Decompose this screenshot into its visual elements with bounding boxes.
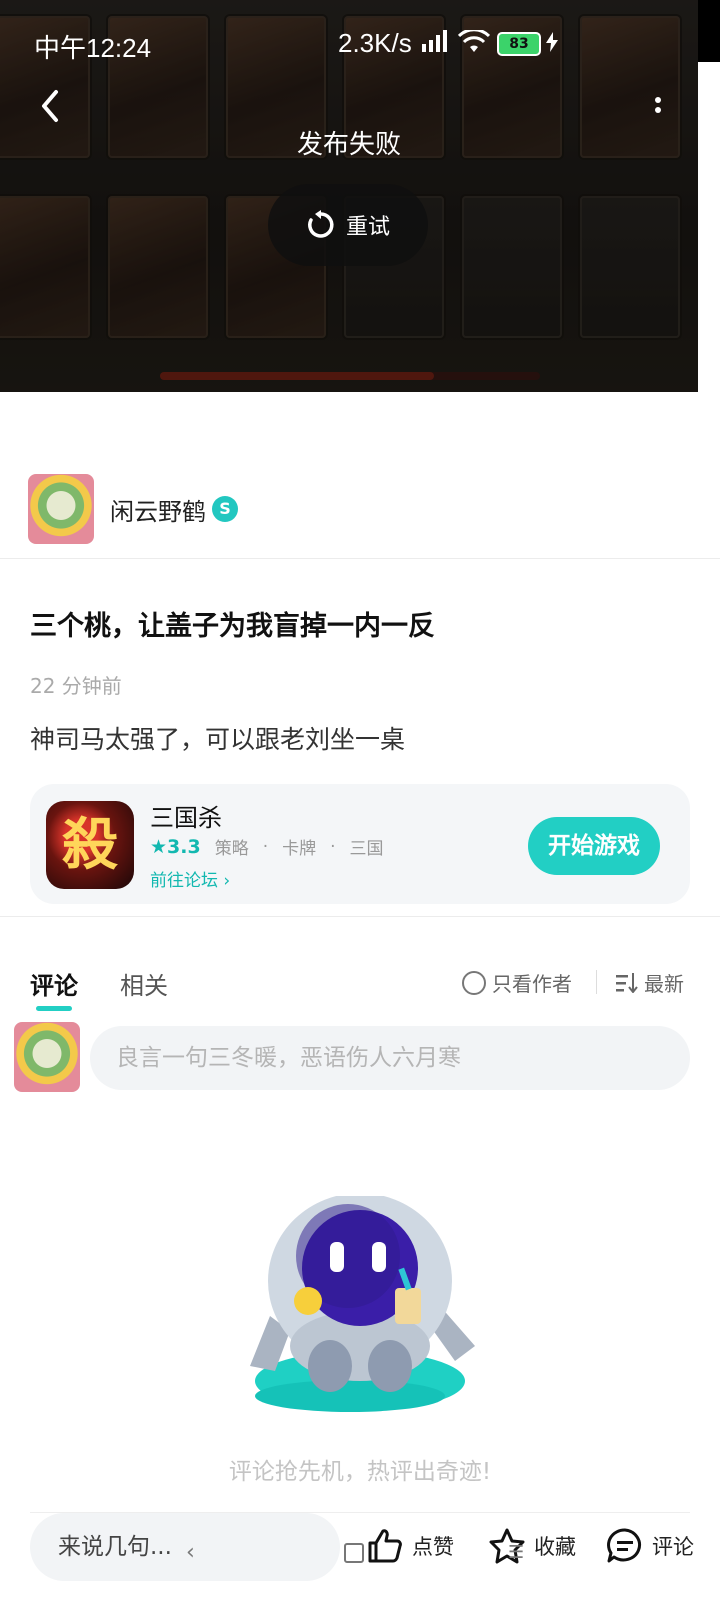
status-time: 中午12:24 bbox=[34, 33, 152, 63]
nav-back-icon[interactable]: ‹ bbox=[186, 1540, 195, 1565]
battery-icon: 83 bbox=[497, 32, 541, 56]
game-name: 三国杀 bbox=[150, 804, 222, 832]
wifi-icon bbox=[458, 30, 490, 52]
mascot-illustration bbox=[250, 1196, 475, 1412]
radio-circle-icon bbox=[462, 970, 486, 995]
tab-comments[interactable]: 评论 bbox=[30, 966, 78, 1011]
publish-failed-text: 发布失败 bbox=[296, 130, 401, 160]
forum-link[interactable]: 前往论坛 › bbox=[150, 866, 230, 891]
tab-related[interactable]: 相关 bbox=[120, 966, 168, 1001]
nav-menu-icon[interactable]: ☰ bbox=[508, 1542, 524, 1563]
chevron-right-icon: › bbox=[223, 871, 231, 891]
favorite-button[interactable]: 收藏 bbox=[488, 1527, 576, 1565]
author-avatar[interactable] bbox=[28, 474, 94, 544]
thumbs-up-icon bbox=[368, 1529, 402, 1563]
corner-block bbox=[698, 0, 720, 62]
retry-label: 重试 bbox=[345, 215, 390, 240]
game-rating: ★3.3 bbox=[150, 835, 201, 858]
comment-bubble-icon bbox=[607, 1528, 641, 1563]
game-tag: 策略 bbox=[214, 839, 249, 859]
sort-button[interactable]: 最新 bbox=[616, 968, 684, 997]
game-tag: 三国 bbox=[349, 839, 384, 859]
game-card[interactable]: 殺 三国杀 ★3.3 策略 · 卡牌 · 三国 前往论坛 › 开始游戏 bbox=[30, 784, 690, 904]
author-name[interactable]: 闲云野鹤 bbox=[110, 492, 206, 527]
divider bbox=[596, 970, 597, 994]
post-body: 神司马太强了，可以跟老刘坐一桌 bbox=[30, 725, 406, 754]
say-something-input[interactable]: 来说几句... bbox=[30, 1513, 340, 1581]
divider bbox=[0, 558, 720, 559]
status-network-speed: 2.3K/s bbox=[338, 28, 412, 58]
user-avatar bbox=[14, 1022, 80, 1092]
retry-button[interactable]: 重试 bbox=[268, 184, 428, 266]
author-row[interactable]: 闲云野鹤 S bbox=[28, 474, 238, 544]
comment-input[interactable]: 良言一句三冬暖，恶语伤人六月寒 bbox=[90, 1026, 690, 1090]
start-game-button[interactable]: 开始游戏 bbox=[528, 817, 660, 875]
game-meta: ★3.3 策略 · 卡牌 · 三国 bbox=[150, 834, 384, 860]
tag-separator: · bbox=[330, 836, 336, 857]
status-bar: 中午12:24 2.3K/s 83 bbox=[0, 0, 698, 86]
retry-icon bbox=[308, 210, 334, 238]
sort-icon bbox=[616, 972, 638, 993]
only-author-toggle[interactable]: 只看作者 bbox=[462, 968, 572, 997]
post-time: 22 分钟前 bbox=[30, 674, 122, 698]
charging-bolt-icon bbox=[546, 32, 558, 52]
signal-icon bbox=[422, 30, 447, 52]
empty-comments-text: 评论抢先机，热评出奇迹! bbox=[228, 1459, 492, 1485]
comment-button[interactable]: 评论 bbox=[606, 1527, 694, 1565]
game-tag: 卡牌 bbox=[282, 839, 317, 859]
back-arrow-icon[interactable] bbox=[36, 88, 68, 124]
nav-home-icon[interactable] bbox=[344, 1543, 364, 1563]
like-button[interactable]: 点赞 bbox=[366, 1527, 454, 1565]
star-icon: ★ bbox=[150, 835, 168, 858]
verified-badge-icon: S bbox=[212, 496, 238, 522]
game-icon[interactable]: 殺 bbox=[46, 801, 134, 889]
tag-separator: · bbox=[262, 836, 269, 857]
more-vertical-icon[interactable] bbox=[648, 92, 668, 124]
post-title: 三个桃，让盖子为我盲掉一内一反 bbox=[30, 611, 435, 642]
divider bbox=[0, 916, 720, 917]
